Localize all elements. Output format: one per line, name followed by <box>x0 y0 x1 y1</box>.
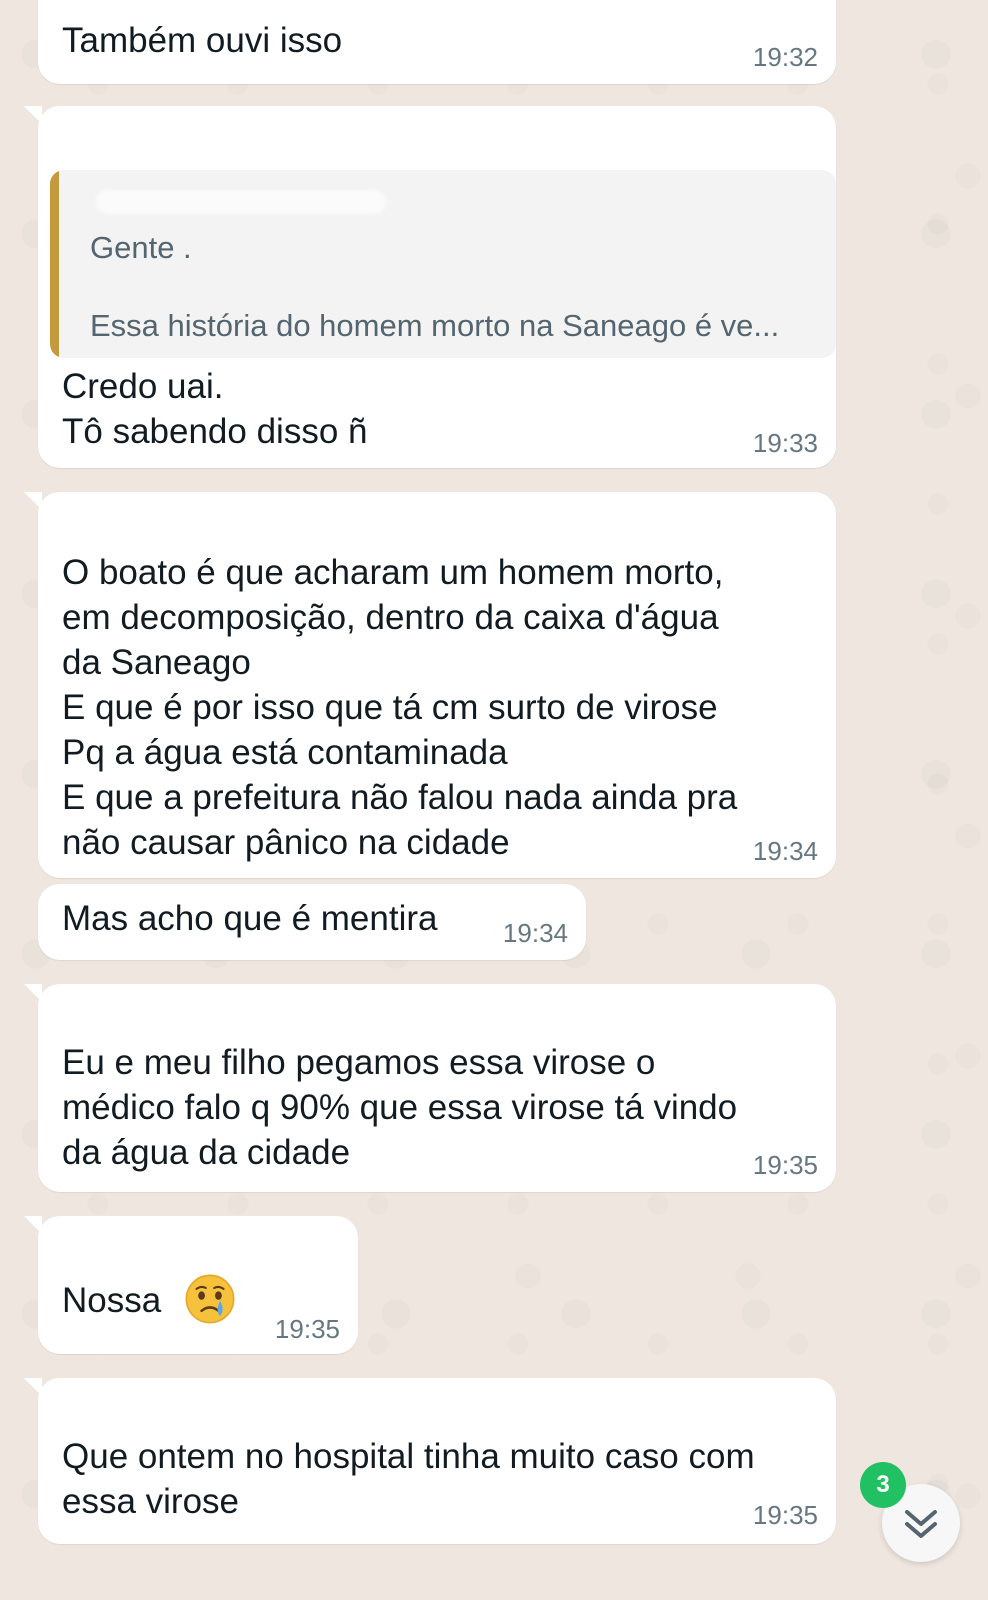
quote-accent-bar <box>50 170 59 358</box>
quoted-text-line: Essa história do homem morto na Saneago … <box>90 308 780 343</box>
message-bubble[interactable]: Também ouvi isso 19:32 <box>38 0 836 84</box>
quoted-sender-blurred <box>96 190 386 214</box>
quoted-message[interactable]: Gente . Essa história do homem morto na … <box>50 170 836 358</box>
bubble-tail <box>24 106 42 124</box>
unread-count-badge: 3 <box>860 1462 906 1508</box>
message-text: Também ouvi isso <box>62 21 343 60</box>
message-bubble[interactable]: O boato é que acharam um homem morto, em… <box>24 492 836 878</box>
bubble-tail <box>24 1216 42 1234</box>
message-time: 19:34 <box>502 918 568 948</box>
message-bubble[interactable]: Eu e meu filho pegamos essa virose o méd… <box>24 984 836 1192</box>
message-time: 19:34 <box>752 836 818 866</box>
message-text: Que ontem no hospital tinha muito caso c… <box>62 1437 755 1521</box>
message-time: 19:35 <box>752 1150 818 1180</box>
message-time: 19:32 <box>752 42 818 72</box>
bubble-tail <box>24 1378 42 1396</box>
message-bubble[interactable]: Mas acho que é mentira 19:34 <box>38 884 586 960</box>
message-bubble-reply[interactable]: Gente . Essa história do homem morto na … <box>24 106 836 468</box>
message-bubble[interactable]: Nossa 19:35 <box>24 1216 358 1354</box>
crying-face-icon <box>185 1274 235 1324</box>
message-time: 19:35 <box>752 1500 818 1530</box>
bubble-tail <box>24 984 42 1002</box>
message-time: 19:35 <box>274 1314 340 1344</box>
message-bubble[interactable]: Que ontem no hospital tinha muito caso c… <box>24 1378 836 1544</box>
message-text: Eu e meu filho pegamos essa virose o méd… <box>62 1043 738 1172</box>
bubble-tail <box>24 492 42 510</box>
message-text: O boato é que acharam um homem morto, em… <box>62 553 738 862</box>
message-text: Nossa <box>62 1281 162 1320</box>
message-text: Mas acho que é mentira <box>62 899 438 938</box>
quoted-text-line: Gente . <box>90 230 192 265</box>
message-time: 19:33 <box>752 428 818 458</box>
message-text: Credo uai. Tô sabendo disso ñ <box>62 367 368 451</box>
